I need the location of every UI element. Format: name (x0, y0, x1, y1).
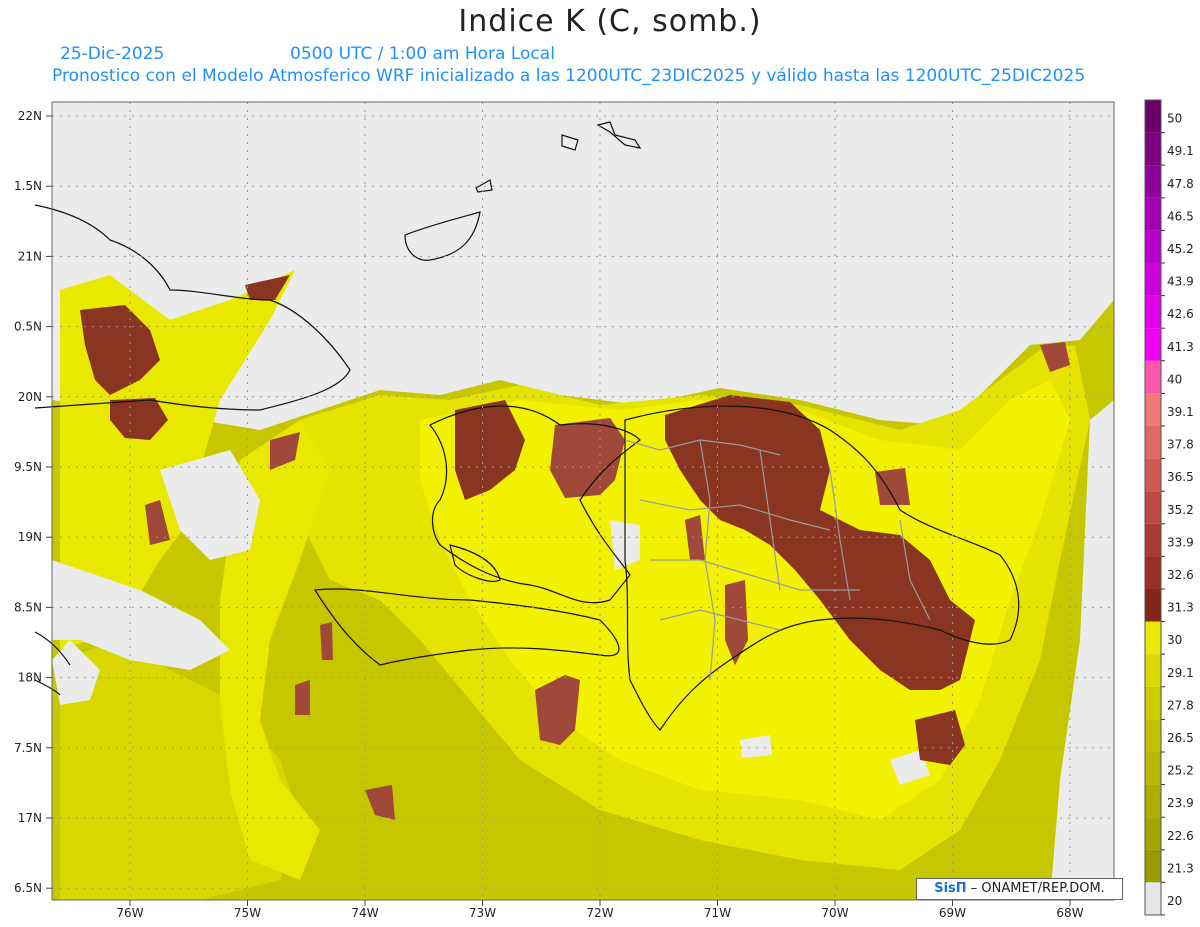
color-bar-label: 23.9 (1167, 796, 1194, 810)
color-bar-label: 40 (1167, 372, 1182, 386)
color-bar-swatch (1145, 100, 1161, 133)
lat-label: 7.5N (14, 741, 42, 755)
color-bar-label: 30 (1167, 633, 1182, 647)
color-bar-label: 42.6 (1167, 307, 1194, 321)
lat-label: 0.5N (14, 320, 42, 334)
color-bar-swatch (1145, 719, 1161, 752)
color-bar-label: 50 (1167, 112, 1182, 126)
color-bar-label: 26.5 (1167, 731, 1194, 745)
lat-label: 9.5N (14, 460, 42, 474)
color-bar-label: 32.6 (1167, 568, 1194, 582)
sispi-logo: SisΠ (934, 881, 967, 896)
color-bar-label: 20 (1167, 894, 1182, 908)
color-bar-label: 43.9 (1167, 275, 1194, 289)
lat-label: 17N (18, 811, 42, 825)
lon-label: 70W (821, 906, 848, 920)
color-bar-swatch (1145, 393, 1161, 426)
color-bar-swatch (1145, 458, 1161, 492)
color-bar-swatch (1145, 817, 1161, 850)
color-bar-swatch (1145, 132, 1161, 166)
longitude-labels: 76W 75W 74W 73W 72W 71W 70W 69W 68W (116, 900, 1084, 920)
color-bar-label: 29.1 (1167, 666, 1194, 680)
color-bar-label: 37.8 (1167, 438, 1194, 452)
forecast-map: 22N 1.5N 21N 0.5N 20N 9.5N 19N 8.5N 18N 7.5N 17N 6.… (14, 99, 1194, 920)
lon-label: 74W (351, 906, 378, 920)
color-bar-label: 46.5 (1167, 209, 1194, 223)
color-bar-swatch (1145, 295, 1161, 329)
lat-label: 18N (18, 671, 42, 685)
lon-label: 68W (1056, 906, 1083, 920)
color-bar-label: 25.2 (1167, 764, 1194, 778)
color-bar-swatch (1145, 491, 1161, 524)
color-bar-label: 41.3 (1167, 340, 1194, 354)
color-bar-swatch (1145, 654, 1161, 687)
lat-label: 8.5N (14, 600, 42, 614)
color-bar-label: 39.1 (1167, 405, 1194, 419)
lat-label: 19N (18, 530, 42, 544)
color-bar-label: 31.3 (1167, 601, 1194, 615)
lat-label: 20N (18, 390, 42, 404)
color-bar-swatch (1145, 752, 1161, 785)
color-bar-swatch (1145, 360, 1161, 394)
lon-label: 73W (469, 906, 496, 920)
lon-label: 69W (939, 906, 966, 920)
color-bar-label: 49.1 (1167, 144, 1194, 158)
color-bar-swatch (1145, 523, 1161, 557)
lon-label: 75W (234, 906, 261, 920)
lat-label: 1.5N (14, 179, 42, 193)
color-bar-swatch (1145, 882, 1161, 915)
color-bar-swatch (1145, 426, 1161, 459)
color-bar-label: 33.9 (1167, 535, 1194, 549)
color-bar-swatch (1145, 589, 1161, 622)
lon-label: 72W (586, 906, 613, 920)
color-bar-label: 22.6 (1167, 829, 1194, 843)
color-bar-label: 36.5 (1167, 470, 1194, 484)
color-bar-swatch (1145, 849, 1161, 883)
color-bar-swatch (1145, 621, 1161, 655)
lat-label: 22N (18, 109, 42, 123)
credit-text: – ONAMET/REP.DOM. (966, 881, 1105, 896)
color-bar-swatch (1145, 784, 1161, 818)
lat-label: 6.5N (14, 881, 42, 895)
credit-box: SisΠ – ONAMET/REP.DOM. (916, 878, 1123, 900)
color-bar-swatch (1145, 230, 1161, 263)
lon-label: 76W (116, 906, 143, 920)
color-bar-label: 21.3 (1167, 861, 1194, 875)
latitude-labels: 22N 1.5N 21N 0.5N 20N 9.5N 19N 8.5N 18N 7.5N 17N 6.… (14, 109, 52, 895)
color-bar-label: 47.8 (1167, 177, 1194, 191)
color-bar-label: 45.2 (1167, 242, 1194, 256)
color-bar-label: 27.8 (1167, 698, 1194, 712)
color-bar-label: 35.2 (1167, 503, 1194, 517)
lat-label: 21N (18, 249, 42, 263)
color-bar-swatch (1145, 165, 1161, 198)
color-bar-swatch (1145, 263, 1161, 296)
lon-label: 71W (704, 906, 731, 920)
color-bar-swatch (1145, 686, 1161, 720)
color-bar-swatch (1145, 197, 1161, 231)
color-bar: 50 49.1 47.8 46.5 45.2 43.9 42.6 41.3 40 39.1 37.8… (1144, 99, 1194, 916)
color-bar-swatch (1145, 328, 1161, 361)
color-bar-swatch (1145, 556, 1161, 589)
